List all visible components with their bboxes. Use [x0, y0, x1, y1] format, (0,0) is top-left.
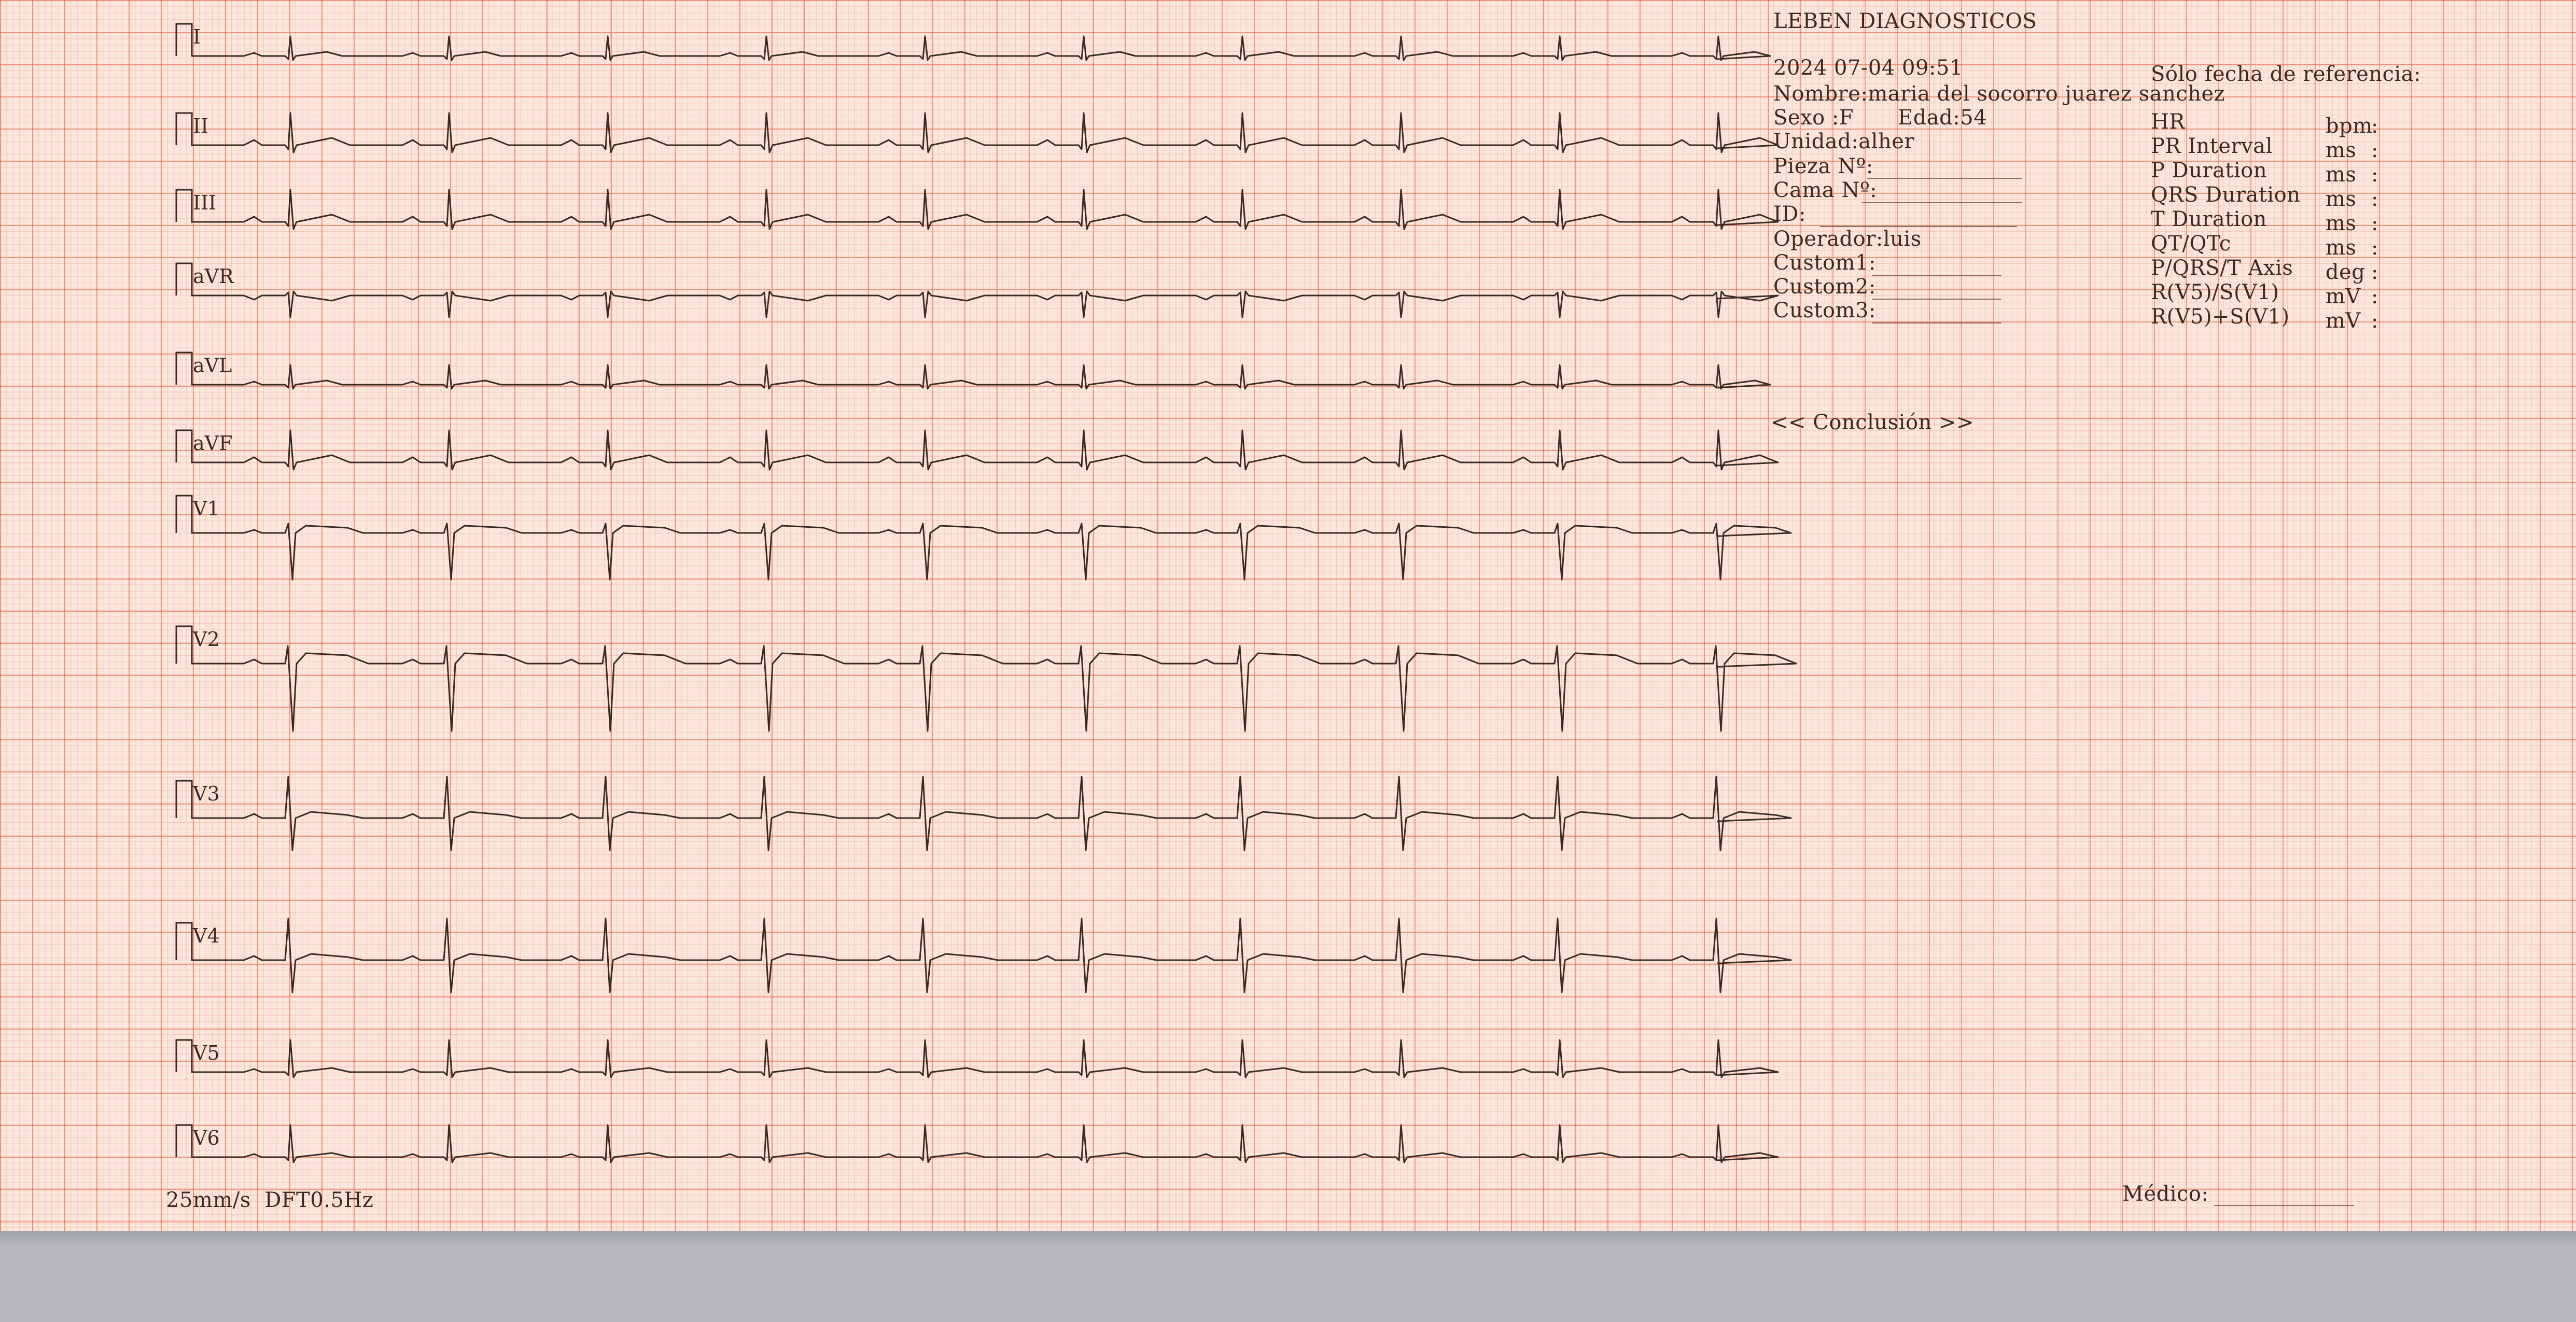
ecg-trace-v2 [194, 645, 1797, 732]
ecg-trace-ii [194, 112, 1779, 153]
custom1: Custom1: [1773, 251, 1876, 275]
calibration-pulse [175, 1124, 195, 1158]
paper-edge-shadow [0, 1231, 2576, 1247]
measurement-unit: mV [2326, 285, 2361, 308]
lead-label: V2 [192, 628, 220, 651]
measurement-separator: : [2371, 285, 2378, 308]
lead-label: V5 [192, 1042, 220, 1064]
measurement-separator: : [2371, 138, 2378, 162]
patient-unit: Unidad:alher [1773, 130, 1914, 153]
lead-label: aVF [193, 432, 232, 455]
measurement-unit: deg [2326, 260, 2365, 284]
measurement-unit: ms [2326, 187, 2357, 211]
measurement-separator: : [2371, 212, 2378, 235]
conclusion-heading: << Conclusión >> [1771, 411, 1975, 434]
custom2: Custom2: [1773, 275, 1876, 299]
lead-label: V4 [192, 924, 220, 947]
physician-signature-line [2214, 1205, 2354, 1206]
custom1-fill-line [1872, 275, 2001, 276]
measurement-label: P Duration [2151, 159, 2267, 182]
lab-name: LEBEN DIAGNOSTICOS [1773, 9, 2037, 33]
lead-label: V3 [192, 782, 220, 805]
measurement-unit: bpm [2326, 114, 2373, 138]
measurement-unit: ms [2326, 212, 2357, 235]
custom3: Custom3: [1773, 299, 1876, 322]
lead-label: aVR [193, 265, 234, 288]
calibration-pulse [175, 780, 195, 819]
patient-bed: Cama Nº: [1773, 178, 1878, 202]
patient-name: Nombre:maria del socorro juarez sanchez [1773, 82, 2225, 106]
calibration-pulse [175, 262, 195, 297]
patient-sex: Sexo :F [1773, 106, 1854, 130]
ecg-trace-v5 [194, 1039, 1779, 1078]
calibration-pulse [175, 23, 195, 57]
lead-label: aVL [193, 354, 232, 377]
lead-label: I [193, 25, 201, 48]
room-fill-line [1867, 178, 2022, 179]
measurement-unit: ms [2326, 236, 2357, 260]
measurement-label: PR Interval [2151, 134, 2273, 158]
measurement-label: R(V5)+S(V1) [2151, 305, 2290, 329]
measurement-separator: : [2371, 236, 2378, 260]
measurement-label: R(V5)/S(V1) [2151, 280, 2279, 304]
measurement-label: T Duration [2151, 207, 2267, 231]
patient-age: Edad:54 [1898, 106, 1987, 130]
ecg-trace-v6 [194, 1124, 1779, 1163]
custom2-fill-line [1872, 299, 2001, 300]
lead-label: III [193, 191, 216, 214]
measurement-separator: : [2371, 260, 2378, 284]
ecg-trace-v3 [194, 776, 1792, 851]
measurement-unit: mV [2326, 309, 2361, 333]
calibration-pulse [175, 351, 195, 386]
physician-signature-label: Médico: [2122, 1182, 2209, 1206]
measurement-unit: ms [2326, 163, 2357, 187]
calibration-pulse [175, 112, 195, 146]
measurement-separator: : [2371, 187, 2378, 211]
lead-label: II [193, 115, 208, 137]
measurement-separator: : [2371, 114, 2378, 138]
measurement-separator: : [2371, 163, 2378, 187]
patient-room: Pieza Nº: [1773, 154, 1873, 178]
ecg-trace-avl [194, 364, 1771, 390]
lead-label: V1 [192, 497, 220, 520]
ecg-trace-v4 [194, 918, 1792, 993]
bed-fill-line [1861, 202, 2022, 203]
measurement-separator: : [2371, 309, 2378, 333]
record-datetime: 2024 07-04 09:51 [1773, 56, 1963, 80]
calibration-pulse [175, 429, 195, 463]
calibration-pulse [175, 495, 195, 534]
custom3-fill-line [1872, 322, 2001, 324]
calibration-pulse [175, 189, 195, 223]
calibration-pulse [175, 625, 195, 665]
ecg-trace-iii [194, 189, 1779, 230]
calibration-pulse [175, 1039, 195, 1073]
ecg-trace-i [194, 35, 1771, 61]
measurement-unit: ms [2326, 138, 2357, 162]
calibration-pulse [175, 922, 195, 961]
measurement-label: QRS Duration [2151, 183, 2301, 207]
measurement-label: QT/QTc [2151, 232, 2231, 256]
ecg-trace-v1 [194, 523, 1792, 581]
measurement-label: HR [2151, 110, 2185, 134]
ecg-trace-avf [194, 429, 1779, 471]
lead-label: V6 [192, 1127, 220, 1149]
measurement-label: P/QRS/T Axis [2151, 256, 2293, 280]
patient-id: ID: [1773, 202, 1806, 226]
ecg-trace-avr [194, 290, 1779, 318]
operator: Operador:luis [1773, 227, 1922, 251]
speed-filter-label: 25mm/s DFT0.5Hz [166, 1188, 374, 1212]
